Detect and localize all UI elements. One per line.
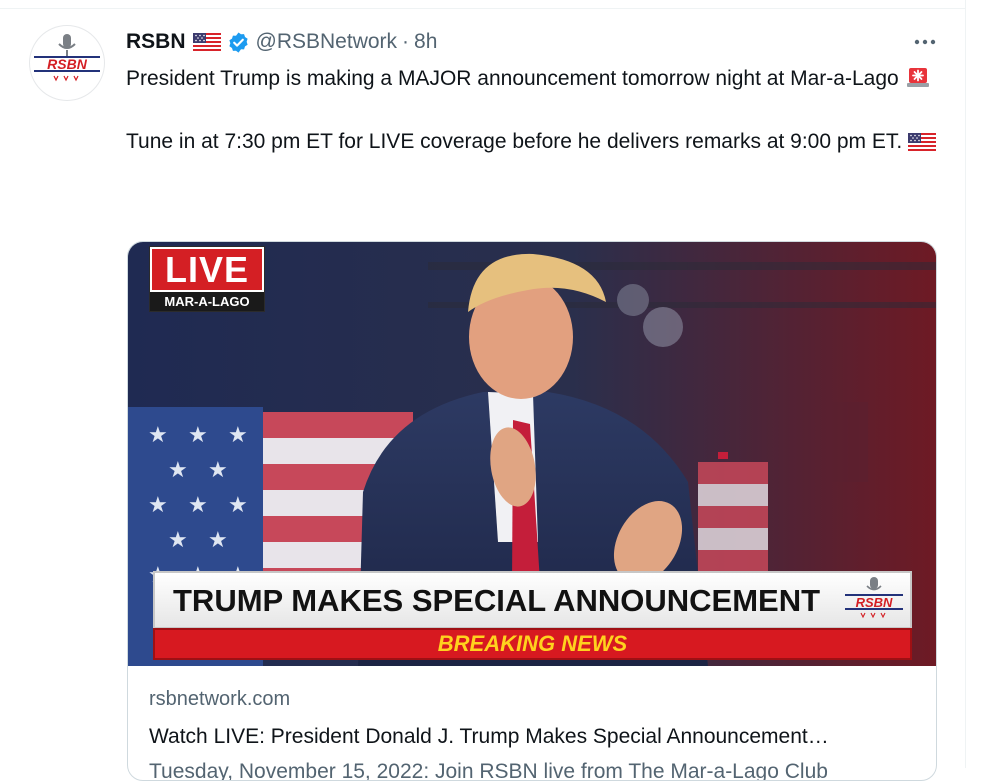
- separator: ·: [402, 30, 410, 53]
- banner-title: TRUMP MAKES SPECIAL ANNOUNCEMENT: [173, 583, 821, 618]
- rsbn-logo-icon: RSBN: [843, 575, 905, 632]
- svg-text:★: ★: [208, 527, 228, 552]
- svg-text:★: ★: [208, 457, 228, 482]
- divider: [0, 8, 965, 9]
- police-light-icon: [905, 64, 931, 97]
- card-image[interactable]: ★★★ ★★ ★★★ ★★ ★★★: [128, 242, 936, 666]
- avatar-logo-text: RSBN: [47, 56, 88, 72]
- timestamp[interactable]: 8h: [414, 30, 437, 54]
- tweet-text: President Trump is making a MAJOR announ…: [126, 64, 941, 160]
- tweet-paragraph-2-text: Tune in at 7:30 pm ET for LIVE coverage …: [126, 130, 903, 153]
- live-label: LIVE: [150, 247, 264, 292]
- rsbn-logo-icon: RSBN: [34, 34, 100, 82]
- verified-badge-icon: [227, 31, 250, 54]
- tweet-paragraph-2: Tune in at 7:30 pm ET for LIVE coverage …: [126, 127, 941, 160]
- svg-text:★: ★: [228, 492, 248, 517]
- avatar[interactable]: RSBN: [30, 26, 104, 100]
- tweet-header: RSBN @RSBNetwork · 8h: [126, 28, 437, 56]
- svg-text:★: ★: [188, 492, 208, 517]
- svg-text:★: ★: [168, 457, 188, 482]
- svg-text:★: ★: [168, 527, 188, 552]
- author-name[interactable]: RSBN: [126, 30, 186, 54]
- banner-logo-text: RSBN: [856, 595, 893, 610]
- tweet-paragraph-1-text: President Trump is making a MAJOR announ…: [126, 67, 899, 90]
- svg-text:★: ★: [188, 422, 208, 447]
- timeline-column: RSBN RSBN @RSBNetwork · 8h President Tru…: [0, 0, 966, 781]
- tweet-paragraph-1: President Trump is making a MAJOR announ…: [126, 64, 941, 97]
- card-description: Tuesday, November 15, 2022: Join RSBN li…: [149, 760, 828, 781]
- card-title[interactable]: Watch LIVE: President Donald J. Trump Ma…: [149, 725, 919, 749]
- author-handle[interactable]: @RSBNetwork: [256, 30, 398, 54]
- breaking-news-label: BREAKING NEWS: [437, 631, 628, 656]
- breaking-news-bar: BREAKING NEWS: [153, 628, 912, 660]
- svg-text:★: ★: [148, 422, 168, 447]
- svg-text:★: ★: [228, 422, 248, 447]
- link-card[interactable]: ★★★ ★★ ★★★ ★★ ★★★: [127, 241, 937, 781]
- us-flag-icon: [908, 130, 937, 160]
- live-location: MAR-A-LAGO: [164, 294, 250, 309]
- headline-banner: TRUMP MAKES SPECIAL ANNOUNCEMENT RSBN: [153, 571, 912, 629]
- card-domain: rsbnetwork.com: [149, 688, 291, 710]
- more-icon[interactable]: [911, 30, 939, 54]
- us-flag-icon: [192, 33, 221, 51]
- live-badge: LIVE MAR-A-LAGO: [149, 246, 265, 312]
- svg-text:★: ★: [148, 492, 168, 517]
